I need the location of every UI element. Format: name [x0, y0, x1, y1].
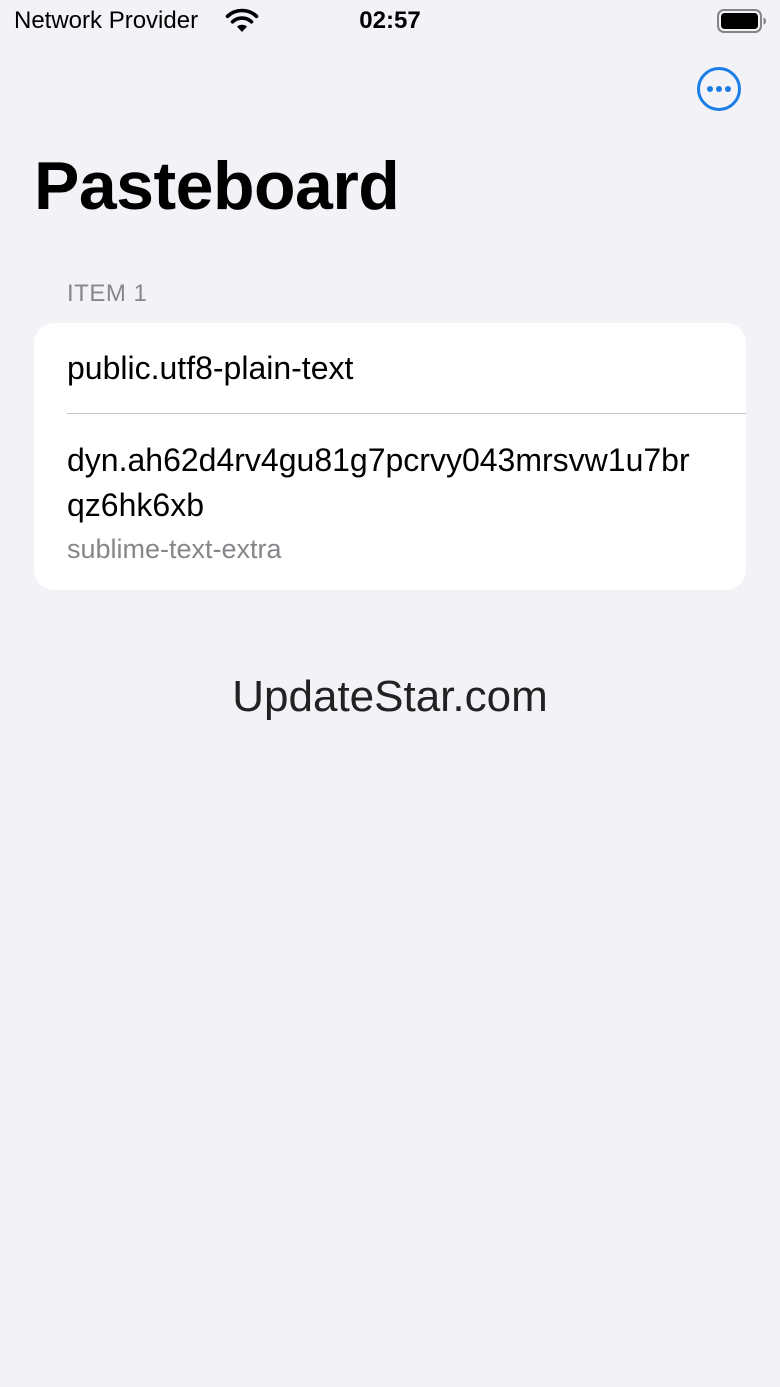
type-identifier-label: public.utf8-plain-text: [67, 350, 354, 386]
list-item[interactable]: public.utf8-plain-text: [34, 323, 746, 413]
section-header: ITEM 1: [67, 280, 148, 307]
page-title: Pasteboard: [34, 148, 400, 224]
battery-full-icon: [717, 9, 766, 33]
pasteboard-item-card: public.utf8-plain-text dyn.ah62d4rv4gu81…: [34, 323, 746, 590]
type-description-label: sublime-text-extra: [67, 534, 282, 564]
status-bar: Network Provider 02:57: [0, 0, 780, 44]
ellipsis-circle-icon[interactable]: [696, 66, 742, 112]
watermark: UpdateStar.com: [232, 672, 548, 721]
list-item[interactable]: dyn.ah62d4rv4gu81g7pcrvy043mrsvw1u7brqz6…: [34, 414, 746, 590]
status-time: 02:57: [359, 7, 421, 34]
type-identifier-label: dyn.ah62d4rv4gu81g7pcrvy043mrsvw1u7brqz6…: [67, 442, 690, 523]
